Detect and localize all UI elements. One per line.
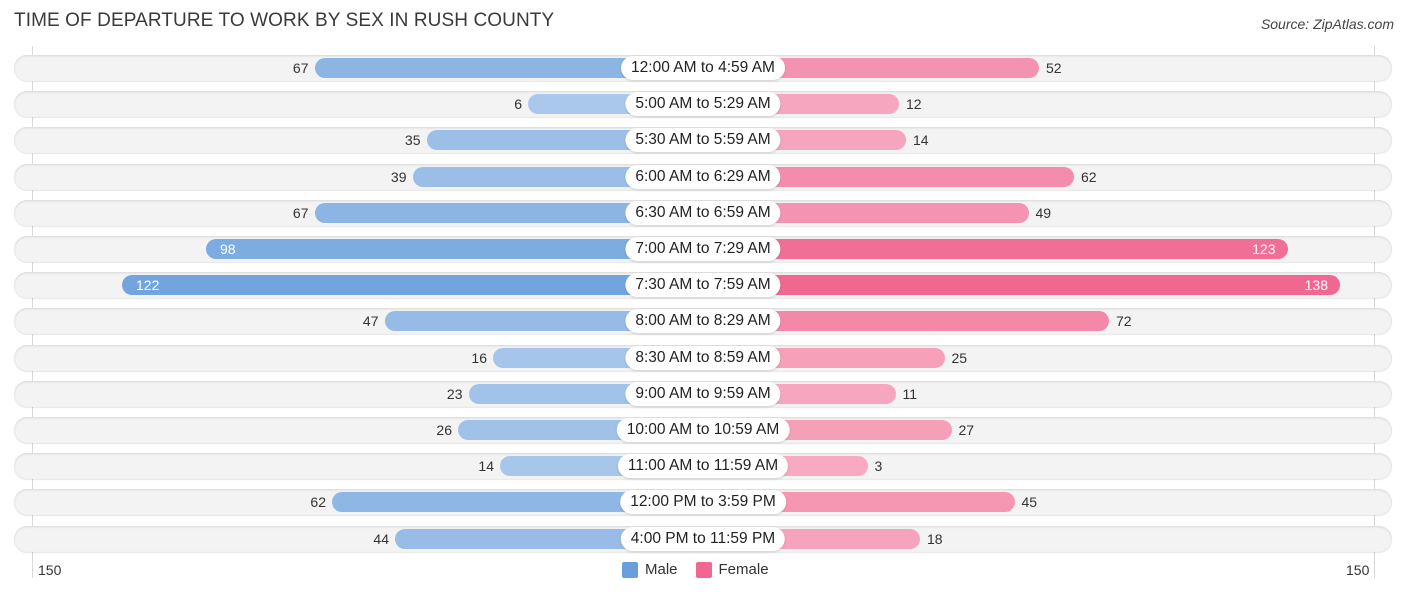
female-value-label: 49 <box>1035 204 1052 221</box>
category-label: 6:30 AM to 6:59 AM <box>625 200 781 225</box>
legend-item-female[interactable]: Female <box>695 561 769 578</box>
category-label: 10:00 AM to 10:59 AM <box>616 418 790 442</box>
axis-tick-left: 150 <box>38 562 62 578</box>
female-bar[interactable] <box>703 275 1340 296</box>
category-label: 8:30 AM to 8:59 AM <box>625 345 781 370</box>
female-bar[interactable] <box>703 239 1288 259</box>
male-value-label: 67 <box>292 60 309 76</box>
male-value-label: 14 <box>478 458 494 475</box>
male-value-label: 67 <box>292 204 309 221</box>
female-value-label: 72 <box>1116 313 1132 330</box>
chart-title: TIME OF DEPARTURE TO WORK BY SEX IN RUSH… <box>14 10 555 31</box>
male-value-label: 98 <box>220 241 236 257</box>
category-label: 7:30 AM to 7:59 AM <box>625 273 781 298</box>
male-value-label: 16 <box>471 349 487 366</box>
category-label: 5:00 AM to 5:29 AM <box>625 92 781 117</box>
source-label: Source: ZipAtlas.com <box>1260 16 1394 32</box>
male-value-label: 35 <box>404 132 421 149</box>
male-value-label: 62 <box>310 494 326 511</box>
legend-item-male[interactable]: Male <box>622 561 678 578</box>
female-value-label: 12 <box>906 96 922 113</box>
male-value-label: 47 <box>362 313 379 330</box>
male-bar[interactable] <box>122 275 703 296</box>
female-value-label: 27 <box>958 422 975 438</box>
category-label: 9:00 AM to 9:59 AM <box>625 381 781 406</box>
female-value-label: 18 <box>927 530 943 547</box>
female-value-label: 138 <box>1304 277 1328 294</box>
female-value-label: 45 <box>1021 494 1038 511</box>
female-value-label: 123 <box>1252 241 1276 257</box>
male-value-label: 122 <box>136 277 160 294</box>
category-label: 11:00 AM to 11:59 AM <box>617 454 789 479</box>
category-label: 7:00 AM to 7:29 AM <box>625 237 781 261</box>
legend-label-male: Male <box>645 561 678 578</box>
male-value-label: 26 <box>436 422 452 438</box>
category-label: 12:00 AM to 4:59 AM <box>621 56 785 80</box>
female-value-label: 14 <box>913 132 929 149</box>
category-label: 4:00 PM to 11:59 PM <box>620 526 786 551</box>
category-label: 5:30 AM to 5:59 AM <box>625 128 781 153</box>
male-value-label: 23 <box>446 385 463 402</box>
male-value-label: 44 <box>373 530 389 547</box>
male-value-label: 6 <box>514 96 522 113</box>
legend: Male Female <box>622 561 779 578</box>
male-value-label: 39 <box>390 168 407 185</box>
legend-label-female: Female <box>718 561 769 578</box>
female-value-label: 25 <box>951 349 968 366</box>
axis-tick-right: 150 <box>1346 562 1370 578</box>
female-value-label: 62 <box>1081 168 1097 185</box>
female-value-label: 52 <box>1046 60 1062 76</box>
category-label: 6:00 AM to 6:29 AM <box>625 164 781 189</box>
category-label: 12:00 PM to 3:59 PM <box>620 490 786 515</box>
category-label: 8:00 AM to 8:29 AM <box>625 309 781 334</box>
legend-swatch-female <box>695 561 712 578</box>
female-value-label: 11 <box>902 385 918 402</box>
female-value-label: 3 <box>874 458 883 475</box>
legend-swatch-male <box>622 561 638 578</box>
